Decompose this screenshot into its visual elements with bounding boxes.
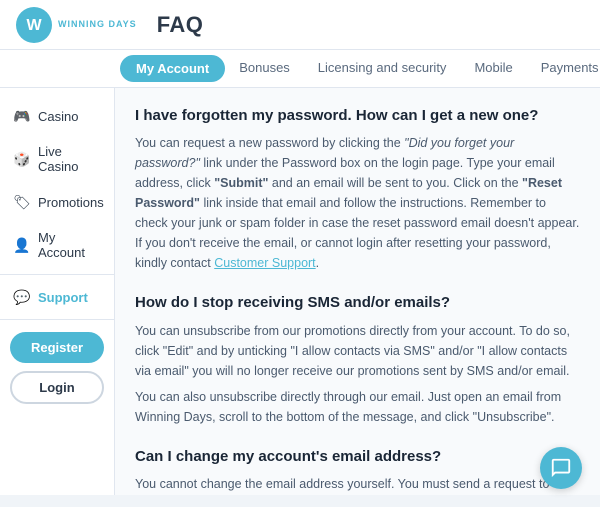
faq-title-1: I have forgotten my password. How can I … [135, 104, 580, 127]
tab-payments[interactable]: Payments [527, 50, 600, 87]
faq-section-2: How do I stop receiving SMS and/or email… [135, 291, 580, 426]
svg-text:W: W [26, 17, 42, 34]
my-account-icon: 👤 [14, 237, 30, 253]
casino-icon: 🎮 [14, 108, 30, 124]
faq-text-2b: You can also unsubscribe directly throug… [135, 387, 580, 427]
page-title: FAQ [157, 12, 204, 38]
faq-section-1: I have forgotten my password. How can I … [135, 104, 580, 273]
logo-icon: W [16, 7, 52, 43]
faq-section-3: Can I change my account's email address?… [135, 445, 580, 496]
chat-button[interactable] [540, 447, 582, 489]
live-casino-icon: 🎲 [14, 151, 30, 167]
tab-bar: My Account Bonuses Licensing and securit… [0, 50, 600, 88]
faq-content: I have forgotten my password. How can I … [115, 88, 600, 495]
sidebar-item-casino-label: Casino [38, 109, 78, 124]
support-icon: 💬 [14, 289, 30, 305]
chat-icon [550, 457, 572, 479]
faq-text-2a: You can unsubscribe from our promotions … [135, 321, 580, 381]
sidebar-divider-2 [0, 319, 114, 320]
tab-licensing[interactable]: Licensing and security [304, 50, 461, 87]
header: W WINNING DAYS FAQ [0, 0, 600, 50]
sidebar-item-promotions-label: Promotions [38, 195, 104, 210]
sidebar: 🎮 Casino 🎲 Live Casino 🏷 Promotions 👤 My… [0, 88, 115, 495]
faq-text-1: You can request a new password by clicki… [135, 133, 580, 273]
promotions-icon: 🏷 [14, 194, 30, 210]
faq-text-3: You cannot change the email address your… [135, 474, 580, 495]
register-button[interactable]: Register [10, 332, 104, 363]
main-layout: 🎮 Casino 🎲 Live Casino 🏷 Promotions 👤 My… [0, 88, 600, 495]
tab-bonuses[interactable]: Bonuses [225, 50, 304, 87]
sidebar-divider [0, 274, 114, 275]
sidebar-item-support-label: Support [38, 290, 88, 305]
sidebar-item-my-account[interactable]: 👤 My Account [0, 220, 114, 270]
faq-title-3: Can I change my account's email address? [135, 445, 580, 468]
faq-title-2: How do I stop receiving SMS and/or email… [135, 291, 580, 314]
logo-area: W WINNING DAYS [16, 7, 137, 43]
sidebar-item-casino[interactable]: 🎮 Casino [0, 98, 114, 134]
sidebar-item-live-casino[interactable]: 🎲 Live Casino [0, 134, 114, 184]
sidebar-item-promotions[interactable]: 🏷 Promotions [0, 184, 114, 220]
sidebar-item-support[interactable]: 💬 Support [0, 279, 114, 315]
logo-sub: WINNING DAYS [58, 20, 137, 30]
tab-mobile[interactable]: Mobile [460, 50, 526, 87]
tab-my-account[interactable]: My Account [120, 55, 225, 82]
sidebar-item-my-account-label: My Account [38, 230, 100, 260]
sidebar-item-live-casino-label: Live Casino [38, 144, 100, 174]
login-button[interactable]: Login [10, 371, 104, 404]
customer-support-link-1[interactable]: Customer Support [214, 256, 315, 270]
